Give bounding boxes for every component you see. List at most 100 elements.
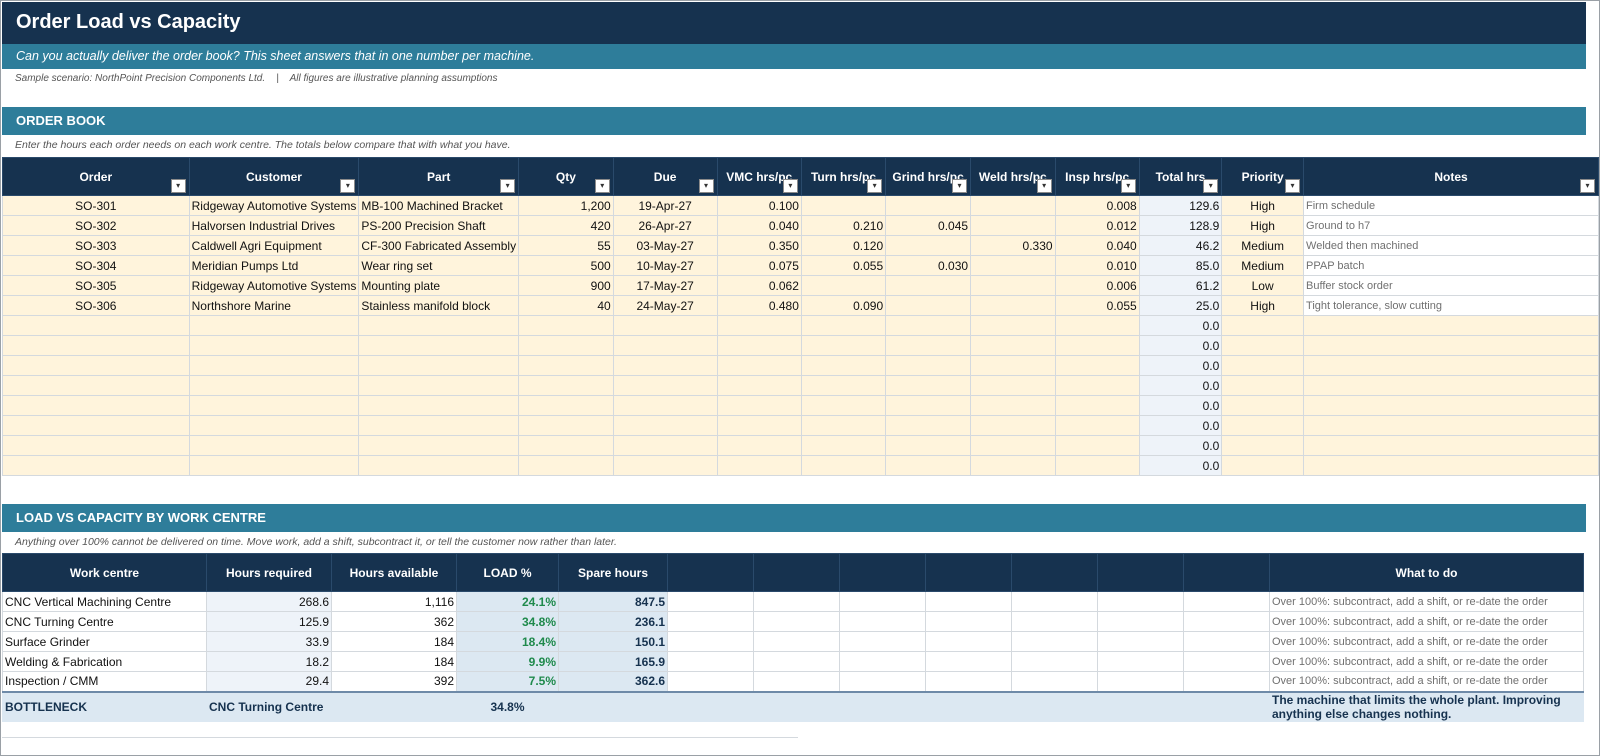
blank-cell[interactable]: [1011, 611, 1098, 632]
order-cell-insp[interactable]: [1054, 335, 1140, 356]
blank-cell[interactable]: [1097, 611, 1184, 632]
blank-cell[interactable]: [753, 671, 840, 692]
dropdown-filter-icon[interactable]: ▾: [1120, 179, 1136, 193]
order-cell-vmc[interactable]: 0.350: [716, 235, 802, 256]
order-cell-part[interactable]: MB-100 Machined Bracket: [358, 195, 520, 216]
order-cell-part[interactable]: [358, 315, 520, 336]
order-cell-notes[interactable]: [1303, 395, 1599, 416]
order-cell-priority[interactable]: [1221, 375, 1305, 396]
order-cell-order[interactable]: [2, 395, 190, 416]
blank-cell[interactable]: [1097, 631, 1184, 652]
work-centre-name[interactable]: Surface Grinder: [2, 631, 207, 652]
bottleneck-centre[interactable]: CNC Turning Centre: [206, 690, 457, 722]
order-cell-insp[interactable]: [1054, 375, 1140, 396]
order-cell-qty[interactable]: [518, 435, 614, 456]
work-centre-name[interactable]: Inspection / CMM: [2, 671, 207, 692]
blank-cell[interactable]: [667, 631, 754, 652]
order-cell-weld[interactable]: [970, 435, 1056, 456]
order-cell-notes[interactable]: [1303, 455, 1599, 476]
blank-cell[interactable]: [1183, 591, 1270, 612]
blank-cell[interactable]: [839, 611, 926, 632]
blank-cell[interactable]: [839, 631, 926, 652]
load-pct-cell[interactable]: 9.9%: [456, 651, 559, 672]
order-cell-notes[interactable]: [1303, 355, 1599, 376]
blank-cell[interactable]: [839, 671, 926, 692]
dropdown-filter-icon[interactable]: ▾: [1580, 179, 1595, 193]
blank-cell[interactable]: [1097, 651, 1184, 672]
order-cell-notes[interactable]: [1303, 335, 1599, 356]
order-cell-part[interactable]: [358, 415, 520, 436]
order-cell-qty[interactable]: 500: [518, 255, 614, 276]
order-cell-weld[interactable]: [970, 415, 1056, 436]
order-cell-qty[interactable]: 1,200: [518, 195, 614, 216]
order-cell-due[interactable]: 24-May-27: [612, 295, 718, 316]
order-cell-due[interactable]: [612, 315, 718, 336]
what-to-do-cell[interactable]: Over 100%: subcontract, add a shift, or …: [1269, 591, 1584, 612]
order-cell-priority[interactable]: [1221, 355, 1305, 376]
order-cell-part[interactable]: [358, 335, 520, 356]
dropdown-filter-icon[interactable]: ▾: [952, 179, 968, 193]
order-cell-order[interactable]: SO-303: [2, 235, 190, 256]
load-pct-cell[interactable]: 7.5%: [456, 671, 559, 692]
order-cell-turn[interactable]: [800, 395, 887, 416]
blank-cell[interactable]: [839, 591, 926, 612]
blank-cell[interactable]: [1097, 671, 1184, 692]
order-cell-insp[interactable]: [1054, 355, 1140, 376]
order-cell-vmc[interactable]: [716, 435, 802, 456]
blank-cell[interactable]: [925, 651, 1012, 672]
order-cell-turn[interactable]: [800, 375, 887, 396]
work-centre-name[interactable]: Welding & Fabrication: [2, 651, 207, 672]
order-cell-priority[interactable]: [1221, 395, 1305, 416]
order-cell-grind[interactable]: [885, 195, 972, 216]
order-cell-weld[interactable]: [970, 455, 1056, 476]
order-cell-vmc[interactable]: [716, 415, 802, 436]
dropdown-filter-icon[interactable]: ▾: [170, 179, 186, 193]
blank-cell[interactable]: [839, 651, 926, 672]
order-cell-priority[interactable]: [1221, 415, 1305, 436]
blank-cell[interactable]: [667, 651, 754, 672]
order-cell-weld[interactable]: [970, 255, 1056, 276]
order-cell-qty[interactable]: [518, 375, 614, 396]
blank-cell[interactable]: [1183, 651, 1270, 672]
order-cell-vmc[interactable]: [716, 455, 802, 476]
order-cell-turn[interactable]: [800, 415, 887, 436]
blank-cell[interactable]: [667, 671, 754, 692]
order-cell-grind[interactable]: [885, 315, 972, 336]
order-cell-customer[interactable]: [188, 375, 360, 396]
order-cell-turn[interactable]: 0.120: [800, 235, 887, 256]
order-cell-due[interactable]: [612, 355, 718, 376]
order-cell-order[interactable]: SO-306: [2, 295, 190, 316]
order-cell-notes[interactable]: [1303, 435, 1599, 456]
order-cell-due[interactable]: 26-Apr-27: [612, 215, 718, 236]
order-cell-notes[interactable]: Welded then machined: [1303, 235, 1599, 256]
order-cell-insp[interactable]: [1054, 315, 1140, 336]
order-cell-notes[interactable]: [1303, 415, 1599, 436]
dropdown-filter-icon[interactable]: ▾: [782, 179, 798, 193]
order-cell-insp[interactable]: 0.012: [1054, 215, 1140, 236]
load-pct-cell[interactable]: 34.8%: [456, 611, 559, 632]
order-cell-due[interactable]: 19-Apr-27: [612, 195, 718, 216]
spare-hours-cell[interactable]: 236.1: [558, 611, 668, 632]
order-cell-vmc[interactable]: [716, 395, 802, 416]
hours-available-cell[interactable]: 362: [331, 611, 457, 632]
order-cell-customer[interactable]: [188, 335, 360, 356]
order-cell-qty[interactable]: 420: [518, 215, 614, 236]
hours-required-cell[interactable]: 33.9: [206, 631, 332, 652]
blank-cell[interactable]: [753, 591, 840, 612]
order-cell-priority[interactable]: Low: [1221, 275, 1305, 296]
blank-cell[interactable]: [753, 651, 840, 672]
dropdown-filter-icon[interactable]: ▾: [1036, 179, 1052, 193]
order-cell-weld[interactable]: [970, 335, 1056, 356]
blank-cell[interactable]: [1011, 631, 1098, 652]
order-cell-part[interactable]: [358, 375, 520, 396]
order-cell-customer[interactable]: [188, 395, 360, 416]
blank-cell[interactable]: [667, 611, 754, 632]
dropdown-filter-icon[interactable]: ▾: [1285, 179, 1301, 193]
order-cell-weld[interactable]: 0.330: [970, 235, 1056, 256]
what-to-do-cell[interactable]: Over 100%: subcontract, add a shift, or …: [1269, 611, 1584, 632]
order-cell-customer[interactable]: Caldwell Agri Equipment: [188, 235, 360, 256]
order-cell-weld[interactable]: [970, 315, 1056, 336]
order-cell-vmc[interactable]: [716, 375, 802, 396]
order-cell-weld[interactable]: [970, 355, 1056, 376]
bottleneck-load[interactable]: 34.8%: [456, 690, 559, 722]
